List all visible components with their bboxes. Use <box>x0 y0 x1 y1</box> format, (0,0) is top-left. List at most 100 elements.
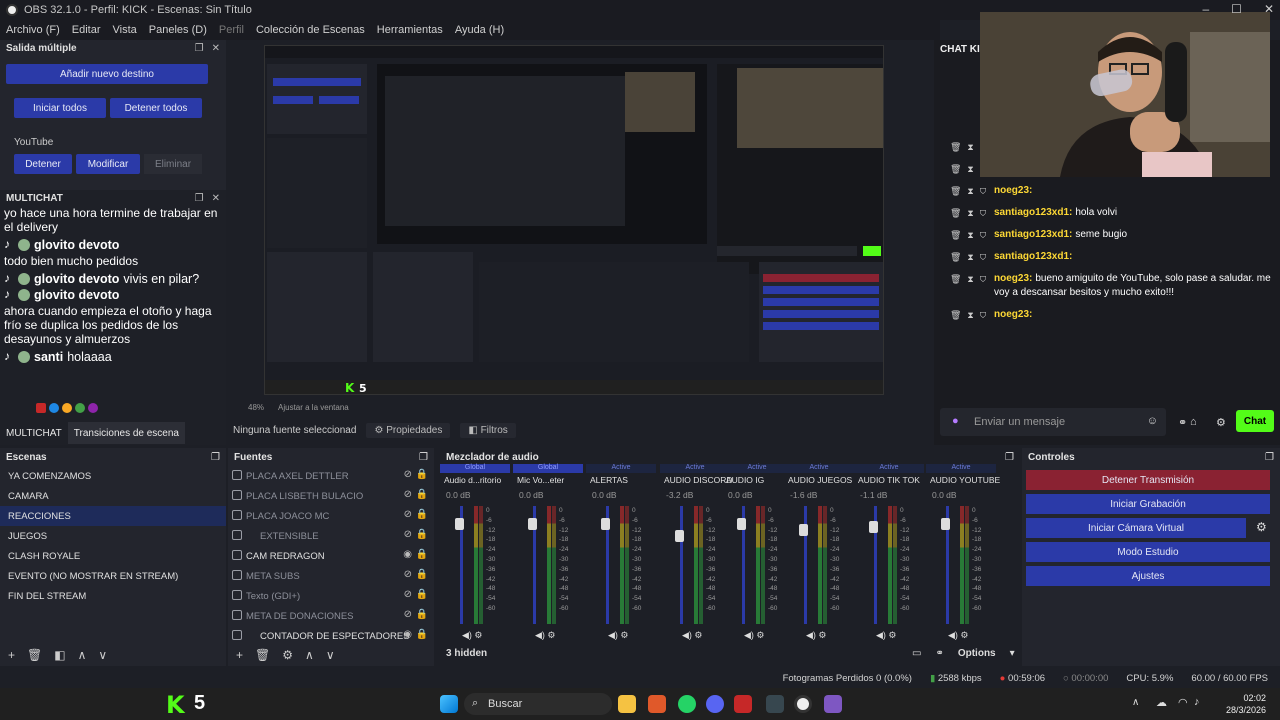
tab-transiciones[interactable]: Transiciones de escena <box>67 422 185 444</box>
chevron-down-icon[interactable]: ∨ <box>98 648 107 662</box>
app-icon[interactable] <box>824 695 842 713</box>
speaker-icon[interactable]: ◀) ⚙ <box>948 630 969 641</box>
minimize-icon[interactable]: – <box>1202 2 1209 16</box>
float-icon[interactable]: ❐ <box>1265 452 1274 463</box>
mod-tools-icon[interactable]: 🗑⧗⛉ <box>944 250 994 264</box>
lock-icon[interactable]: 🔒 <box>416 529 428 540</box>
channel-name[interactable]: Mic Vo...eter <box>517 475 564 485</box>
chat-message[interactable]: 🗑⧗⛉ noeg23: <box>934 308 1280 322</box>
menu-herramientas[interactable]: Herramientas <box>377 24 443 36</box>
scene-item[interactable]: REACCIONES <box>0 506 226 526</box>
chat-username[interactable]: noeg23: <box>994 273 1032 284</box>
lock-icon[interactable]: 🔒 <box>416 609 428 620</box>
mod-tools-icon[interactable]: 🗑⧗⛉ <box>944 206 994 220</box>
menu-editar[interactable]: Editar <box>72 24 101 36</box>
lock-icon[interactable]: 🔒 <box>416 589 428 600</box>
speaker-icon[interactable]: ◀) ⚙ <box>744 630 765 641</box>
zoom-level[interactable]: 48% <box>248 403 264 412</box>
float-icon[interactable]: ❐ <box>195 193 204 204</box>
speaker-icon[interactable]: ◀) ⚙ <box>462 630 483 641</box>
channel-name[interactable]: Audio d...ritorio <box>444 475 501 485</box>
taskbar-search[interactable]: ⌕ Buscar <box>464 693 612 715</box>
start-recording-button[interactable]: Iniciar Grabación <box>1026 494 1270 514</box>
volume-fader-handle[interactable] <box>799 523 808 536</box>
source-item[interactable]: PLACA AXEL DETTLER ⊘ 🔒 <box>228 466 434 486</box>
tab-multichat[interactable]: MULTICHAT <box>0 422 68 444</box>
chat-message[interactable]: 🗑⧗⛉ santiago123xd1: seme bugio <box>934 228 1280 242</box>
layout-icon[interactable]: ▭ <box>912 648 921 659</box>
menu-archivo[interactable]: Archivo (F) <box>6 24 60 36</box>
lock-icon[interactable]: 🔒 <box>416 549 428 560</box>
volume-fader-handle[interactable] <box>528 517 537 530</box>
discord-icon[interactable] <box>706 695 724 713</box>
eye-icon[interactable]: ◉ <box>403 629 412 640</box>
studio-mode-button[interactable]: Modo Estudio <box>1026 542 1270 562</box>
mod-tools-icon[interactable]: 🗑⧗⛉ <box>944 272 994 286</box>
lock-icon[interactable]: 🔒 <box>416 509 428 520</box>
chat-message[interactable]: 🗑⧗⛉ noeg23: <box>934 184 1280 198</box>
stop-destination-button[interactable]: Detener <box>14 154 72 174</box>
chat-message[interactable]: 🗑⧗⛉ noeg23: bueno amiguito de YouTube, sol… <box>934 272 1280 300</box>
whatsapp-icon[interactable] <box>678 695 696 713</box>
brave-browser-icon[interactable] <box>648 695 666 713</box>
source-item[interactable]: CAM REDRAGON ◉ 🔒 <box>228 546 434 566</box>
filters-button[interactable]: ◧ Filtros <box>460 422 516 438</box>
source-item[interactable]: CONTADOR DE ESPECTADORES ◉ 🔒 <box>228 626 434 646</box>
volume-fader-handle[interactable] <box>455 517 464 530</box>
chat-username[interactable]: noeg23: <box>994 185 1032 196</box>
menu-perfil[interactable]: Perfil <box>219 24 244 36</box>
chevron-up-icon[interactable]: ∧ <box>78 648 87 662</box>
chevron-up-icon[interactable]: ∧ <box>305 648 314 662</box>
scene-item[interactable]: CAMARA <box>0 486 226 506</box>
channel-name[interactable]: AUDIO TIK TOK <box>858 475 920 485</box>
stop-stream-button[interactable]: Detener Transmisión <box>1026 470 1270 490</box>
menu-vista[interactable]: Vista <box>113 24 137 36</box>
volume-icon[interactable]: ♪ <box>1194 696 1200 708</box>
speaker-icon[interactable]: ◀) ⚙ <box>608 630 629 641</box>
multichat-messages[interactable]: yo hace una hora termine de trabajar en … <box>0 206 226 408</box>
obs-taskbar-icon[interactable] <box>794 695 812 713</box>
chat-message[interactable]: 🗑⧗⛉ santiago123xd1: hola volvi <box>934 206 1280 220</box>
eye-off-icon[interactable]: ⊘ <box>404 489 412 500</box>
eye-off-icon[interactable]: ⊘ <box>404 469 412 480</box>
eye-off-icon[interactable]: ⊘ <box>404 589 412 600</box>
chat-username[interactable]: santiago123xd1: <box>994 251 1072 262</box>
mod-tools-icon[interactable]: 🗑⧗⛉ <box>944 308 994 322</box>
channel-name[interactable]: ALERTAS <box>590 475 628 485</box>
chevron-up-icon[interactable]: ∧ <box>1132 697 1139 708</box>
source-item[interactable]: Texto (GDI+) ⊘ 🔒 <box>228 586 434 606</box>
properties-button[interactable]: ⚙ Propiedades <box>366 422 451 438</box>
wifi-icon[interactable]: ◠ <box>1178 696 1188 709</box>
speaker-icon[interactable]: ◀) ⚙ <box>535 630 556 641</box>
fit-window[interactable]: Ajustar a la ventana <box>278 403 349 412</box>
lock-icon[interactable]: 🔒 <box>416 569 428 580</box>
chat-username[interactable]: santiago123xd1: <box>994 207 1072 218</box>
chevron-down-icon[interactable]: ∨ <box>326 648 335 662</box>
mic-icon[interactable]: ● <box>952 415 959 427</box>
scene-item[interactable]: CLASH ROYALE <box>0 546 226 566</box>
volume-fader-handle[interactable] <box>675 529 684 542</box>
channel-name[interactable]: AUDIO JUEGOS <box>788 475 852 485</box>
volume-fader-handle[interactable] <box>737 517 746 530</box>
add-destination-button[interactable]: Añadir nuevo destino <box>6 64 208 84</box>
menu-paneles[interactable]: Paneles (D) <box>149 24 207 36</box>
eye-off-icon[interactable]: ⊘ <box>404 529 412 540</box>
scene-item[interactable]: EVENTO (NO MOSTRAR EN STREAM) <box>0 566 226 586</box>
steam-icon[interactable] <box>766 695 784 713</box>
scene-item[interactable]: FIN DEL STREAM <box>0 586 226 606</box>
chat-input[interactable]: ● Enviar un mensaje ☺ <box>940 408 1166 436</box>
start-virtual-camera-button[interactable]: Iniciar Cámara Virtual <box>1026 518 1246 538</box>
chat-username[interactable]: noeg23: <box>994 309 1032 320</box>
lock-icon[interactable]: 🔒 <box>416 629 428 640</box>
float-icon[interactable]: ❐ <box>1005 452 1014 463</box>
windows-start-icon[interactable] <box>440 695 458 713</box>
cloud-icon[interactable]: ☁ <box>1156 696 1167 709</box>
gear-icon[interactable]: ⚙ <box>282 648 293 662</box>
filter-icon[interactable]: ◧ <box>54 648 65 662</box>
mod-tools-icon[interactable]: 🗑⧗⛉ <box>944 184 994 198</box>
lock-icon[interactable]: 🔒 <box>416 469 428 480</box>
source-item[interactable]: META SUBS ⊘ 🔒 <box>228 566 434 586</box>
scene-item[interactable]: JUEGOS <box>0 526 226 546</box>
mixer-options-button[interactable]: Options <box>958 648 996 659</box>
chat-send-button[interactable]: Chat <box>1236 410 1274 432</box>
